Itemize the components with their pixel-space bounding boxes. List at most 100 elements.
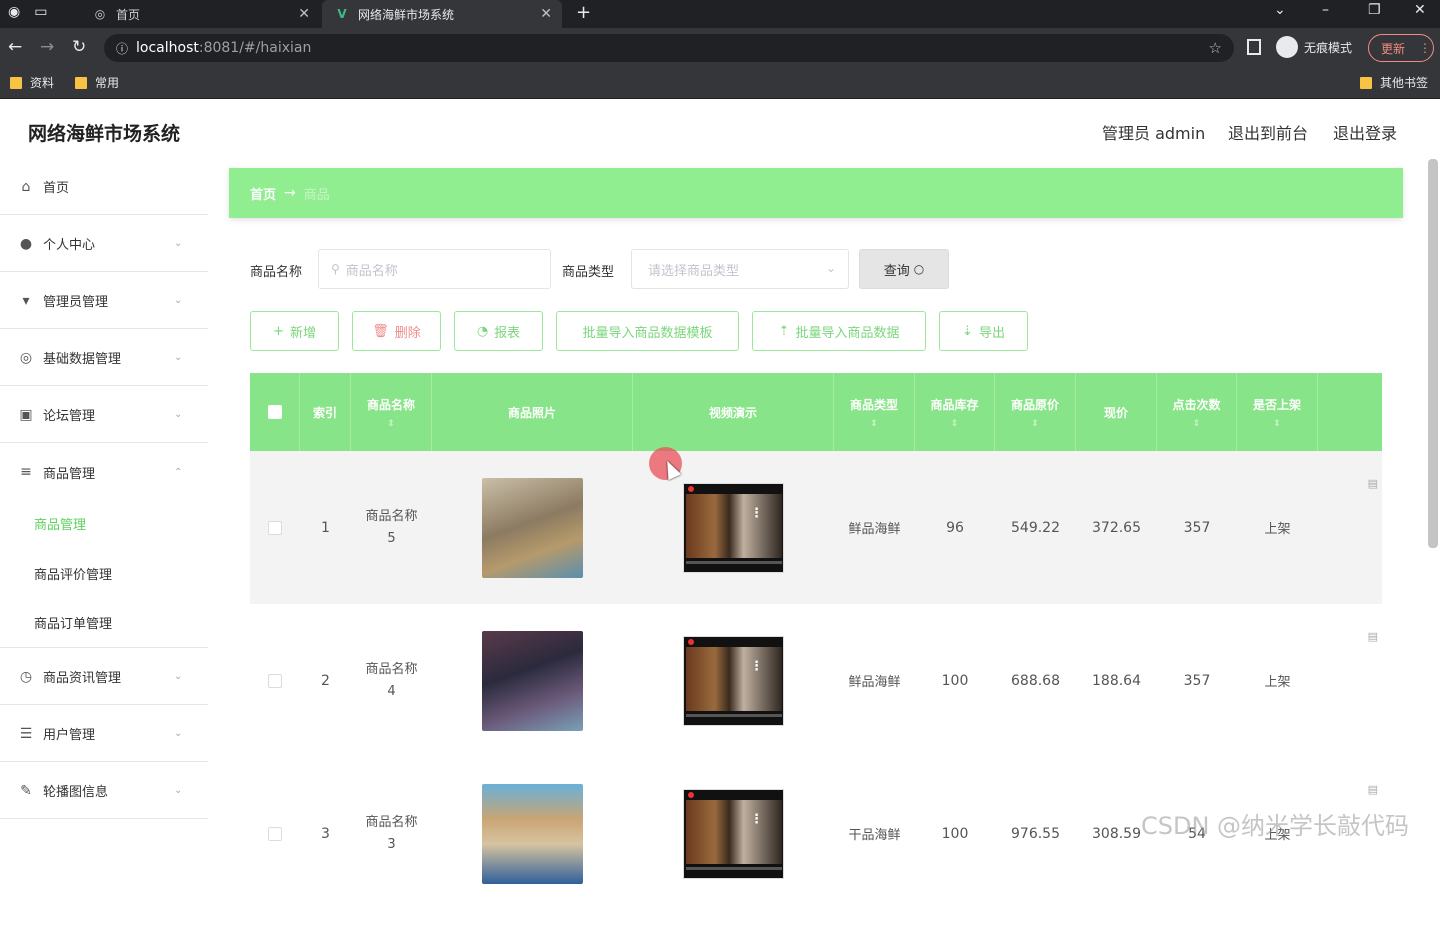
row-select[interactable] — [250, 451, 300, 604]
tab-close-icon[interactable]: ✕ — [298, 6, 310, 22]
tab-search-icon[interactable]: ▭ — [34, 4, 47, 20]
delete-button[interactable]: 🗑 删除 — [352, 311, 441, 351]
video-menu-icon[interactable]: ⋮ — [750, 812, 763, 827]
info-icon[interactable]: ⓘ — [116, 40, 128, 57]
reload-icon[interactable]: ↻ — [72, 37, 86, 57]
add-button[interactable]: + 新增 — [250, 311, 339, 351]
logout-link[interactable]: 退出登录 — [1333, 120, 1397, 144]
sidebar-item-profile[interactable]: ● 个人中心 ⌄ — [0, 216, 208, 272]
header-type[interactable]: 商品类型 ⇕ — [834, 373, 915, 451]
forward-icon[interactable]: → — [40, 37, 54, 57]
row-detail-icon[interactable]: ▤ — [1368, 783, 1378, 796]
cell-photo[interactable] — [432, 604, 633, 757]
sidebar-item-label: 轮播图信息 — [43, 785, 109, 800]
row-detail-icon[interactable]: ▤ — [1368, 477, 1378, 490]
video-progress-bar[interactable] — [686, 560, 782, 564]
type-select[interactable]: 请选择商品类型 ⌄ — [631, 249, 849, 289]
name-search-input[interactable]: ⚲ 商品名称 — [318, 249, 551, 289]
header-stock[interactable]: 商品库存 ⇕ — [915, 373, 995, 451]
header-orig-price[interactable]: 商品原价 ⇕ — [995, 373, 1076, 451]
incognito-label: 无痕模式 — [1304, 40, 1353, 55]
sidebar-item-home[interactable]: ⌂ 首页 — [0, 159, 208, 215]
front-link[interactable]: 退出到前台 — [1228, 120, 1308, 144]
tab-list-icon[interactable]: ⌄ — [1274, 2, 1286, 18]
bookmark-folder[interactable]: 常用 — [75, 74, 119, 91]
window-close-icon[interactable]: ✕ — [1414, 2, 1426, 18]
video-progress-bar[interactable] — [686, 713, 782, 717]
sidebar-sub-orders[interactable]: 商品订单管理 — [0, 598, 208, 648]
export-button[interactable]: ⇣ 导出 — [939, 311, 1028, 351]
sort-icon[interactable]: ⇕ — [870, 419, 878, 429]
sort-icon[interactable]: ⇕ — [387, 419, 395, 429]
incognito-indicator[interactable]: 无痕模式 — [1276, 36, 1352, 58]
row-select[interactable] — [250, 757, 300, 910]
sidebar-sub-reviews[interactable]: 商品评价管理 — [0, 548, 208, 598]
header-select-all[interactable] — [250, 373, 300, 451]
tab-label: 网络海鲜市场系统 — [358, 7, 455, 22]
goods-photo[interactable] — [482, 783, 583, 884]
update-button[interactable]: 更新 ⋮ — [1368, 34, 1434, 62]
row-checkbox[interactable] — [268, 520, 282, 535]
header-price[interactable]: 现价 — [1076, 373, 1157, 451]
browser-profile-icon[interactable]: ◉ — [8, 4, 20, 20]
goods-photo[interactable] — [482, 477, 583, 578]
video-player[interactable]: ⋮ — [683, 482, 784, 573]
chevron-down-icon: ⌄ — [174, 238, 183, 249]
row-checkbox[interactable] — [268, 826, 282, 841]
incognito-icon — [1276, 36, 1298, 58]
sidebar-item-carousel[interactable]: ✎ 轮播图信息 ⌄ — [0, 763, 208, 819]
other-bookmarks[interactable]: 其他书签 — [1360, 74, 1428, 91]
video-player[interactable]: ⋮ — [683, 788, 784, 879]
import-template-button[interactable]: 批量导入商品数据模板 — [556, 311, 739, 351]
sidebar-item-basedata[interactable]: ◎ 基础数据管理 ⌄ — [0, 330, 208, 386]
header-photo[interactable]: 商品照片 — [432, 373, 633, 451]
table-header: 索引 商品名称 ⇕ 商品照片 视频演示 商品类型 ⇕ 商品库存 ⇕ 商品原价 ⇕ 现价 … — [250, 373, 1382, 451]
breadcrumb-home[interactable]: 首页 — [250, 184, 276, 203]
bookmark-folder[interactable]: 资料 — [10, 74, 54, 91]
video-progress-bar[interactable] — [686, 866, 782, 870]
header-name[interactable]: 商品名称 ⇕ — [351, 373, 432, 451]
row-detail-icon[interactable]: ▤ — [1368, 630, 1378, 643]
sort-icon[interactable]: ⇕ — [1273, 419, 1281, 429]
tab-active[interactable]: V 网络海鲜市场系统 ✕ — [322, 0, 562, 28]
batch-import-button[interactable]: ⇡ 批量导入商品数据 — [752, 311, 926, 351]
sidebar-item-forum[interactable]: ▣ 论坛管理 ⌄ — [0, 387, 208, 443]
sidebar-item-users[interactable]: ☰ 用户管理 ⌄ — [0, 706, 208, 762]
restore-icon[interactable]: ❐ — [1368, 2, 1381, 18]
row-select[interactable] — [250, 604, 300, 757]
header-status[interactable]: 是否上架 ⇕ — [1237, 373, 1318, 451]
query-button[interactable]: 查询 ○ — [859, 249, 949, 289]
sidebar-item-news[interactable]: ◷ 商品资讯管理 ⌄ — [0, 649, 208, 705]
url-field[interactable]: ⓘ localhost :8081/#/haixian ☆ — [104, 34, 1234, 62]
side-panel-icon[interactable] — [1247, 39, 1261, 55]
page-scrollbar[interactable] — [1428, 159, 1438, 548]
bookmark-star-icon[interactable]: ☆ — [1209, 39, 1222, 57]
new-tab-icon[interactable]: + — [576, 2, 591, 23]
sort-icon[interactable]: ⇕ — [1031, 419, 1039, 429]
sort-icon[interactable]: ⇕ — [1193, 419, 1201, 429]
cell-video[interactable]: ⋮ — [633, 604, 834, 757]
row-checkbox[interactable] — [268, 673, 282, 688]
tab-home[interactable]: ◎ 首页 ✕ — [80, 0, 320, 28]
back-icon[interactable]: ← — [8, 37, 22, 57]
sort-icon[interactable]: ⇕ — [951, 419, 959, 429]
sidebar-item-goods[interactable]: ≡ 商品管理 ⌃ — [0, 444, 208, 500]
cell-photo[interactable] — [432, 757, 633, 910]
cell-video[interactable]: ⋮ — [633, 757, 834, 910]
sidebar-sub-goods[interactable]: 商品管理 — [0, 498, 208, 548]
record-dot-icon — [688, 791, 694, 798]
video-menu-icon[interactable]: ⋮ — [750, 506, 763, 521]
tab-close-icon[interactable]: ✕ — [540, 6, 552, 22]
chevron-up-icon: ⌃ — [174, 466, 183, 478]
video-player[interactable]: ⋮ — [683, 635, 784, 726]
header-video[interactable]: 视频演示 — [633, 373, 834, 451]
video-menu-icon[interactable]: ⋮ — [750, 659, 763, 674]
minimize-icon[interactable]: – — [1322, 2, 1329, 18]
admin-label: 管理员 admin — [1102, 124, 1206, 143]
goods-photo[interactable] — [482, 630, 583, 731]
sidebar-item-admins[interactable]: ▾ 管理员管理 ⌄ — [0, 273, 208, 329]
select-all-checkbox[interactable] — [267, 405, 282, 419]
cell-photo[interactable] — [432, 451, 633, 604]
header-clicks[interactable]: 点击次数 ⇕ — [1157, 373, 1237, 451]
report-button[interactable]: ◔ 报表 — [454, 311, 543, 351]
